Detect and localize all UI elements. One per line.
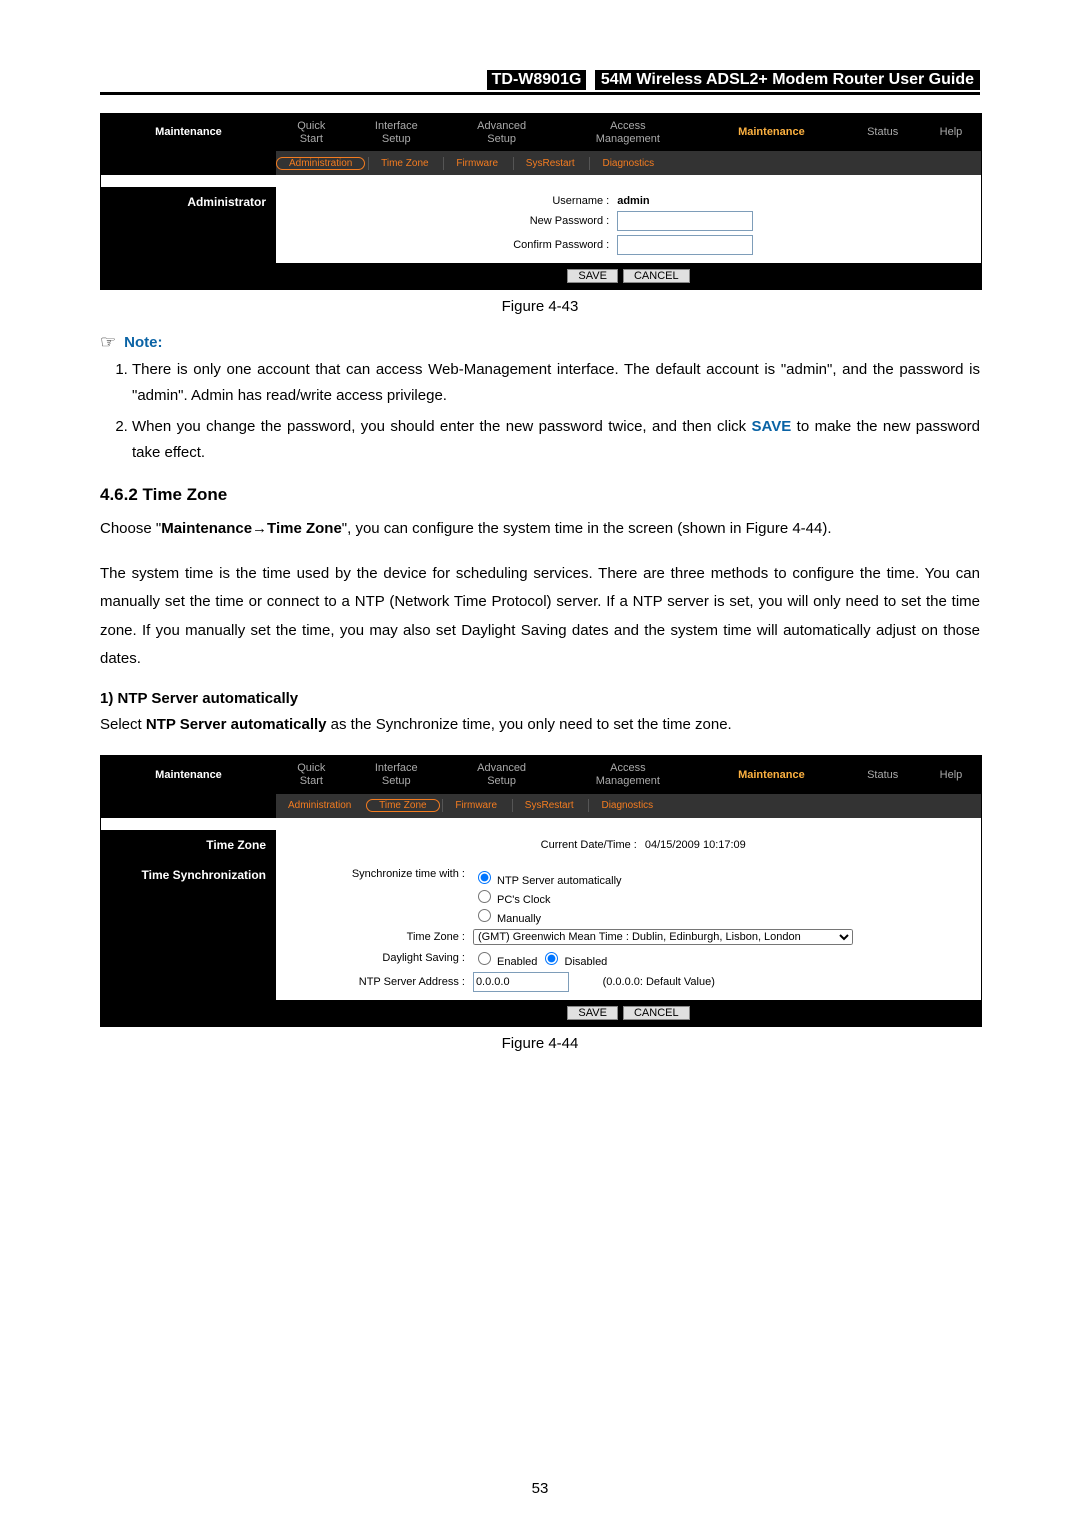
main-nav-2: Maintenance QuickStart InterfaceSetup Ad… bbox=[101, 756, 981, 793]
label-sync: Synchronize time with : bbox=[306, 866, 469, 927]
side-time-zone: Time Zone bbox=[101, 830, 276, 860]
para-system-time: The system time is the time used by the … bbox=[100, 560, 980, 674]
nav2-help[interactable]: Help bbox=[921, 756, 981, 793]
nav2-status[interactable]: Status bbox=[844, 756, 921, 793]
figure-4-44-caption: Figure 4-44 bbox=[100, 1035, 980, 1052]
subnav2-administration[interactable]: Administration bbox=[276, 799, 363, 812]
sub-ntp-line: Select NTP Server automatically as the S… bbox=[100, 711, 980, 740]
nav-interface-setup[interactable]: InterfaceSetup bbox=[347, 114, 446, 151]
radio-dst-enabled[interactable]: Enabled bbox=[473, 956, 537, 968]
radio-pc-clock[interactable]: PC's Clock bbox=[473, 894, 551, 906]
subnav2-time-zone[interactable]: Time Zone bbox=[366, 799, 439, 812]
sub-ntp-heading: 1) NTP Server automatically bbox=[100, 690, 980, 707]
note-label: Note: bbox=[124, 334, 162, 351]
radio-ntp-auto[interactable]: NTP Server automatically bbox=[473, 875, 622, 887]
value-current-datetime: 04/15/2009 10:17:09 bbox=[641, 837, 991, 853]
label-ntp-address: NTP Server Address : bbox=[306, 970, 469, 994]
hint-ntp-default: (0.0.0.0: Default Value) bbox=[603, 976, 715, 988]
main-nav: Maintenance QuickStart InterfaceSetup Ad… bbox=[101, 114, 981, 151]
subnav2-sysrestart[interactable]: SysRestart bbox=[512, 799, 586, 812]
label-daylight: Daylight Saving : bbox=[306, 947, 469, 970]
radio-dst-disabled[interactable]: Disabled bbox=[540, 956, 607, 968]
figure-4-43: Maintenance QuickStart InterfaceSetup Ad… bbox=[100, 113, 982, 290]
figure-4-44: Maintenance QuickStart InterfaceSetup Ad… bbox=[100, 755, 982, 1026]
label-current-datetime: Current Date/Time : bbox=[306, 837, 641, 853]
label-confirm-password: Confirm Password : bbox=[326, 233, 613, 257]
nav-advanced-setup[interactable]: AdvancedSetup bbox=[446, 114, 557, 151]
nav-status[interactable]: Status bbox=[844, 114, 921, 151]
note-item-1: There is only one account that can acces… bbox=[132, 357, 980, 408]
figure-4-43-caption: Figure 4-43 bbox=[100, 298, 980, 315]
input-new-password[interactable] bbox=[617, 211, 753, 231]
nav-help[interactable]: Help bbox=[921, 114, 981, 151]
side-administrator: Administrator bbox=[101, 187, 276, 263]
nav2-advanced-setup[interactable]: AdvancedSetup bbox=[446, 756, 557, 793]
nav-side-title-2: Maintenance bbox=[101, 756, 276, 793]
note-item-2: When you change the password, you should… bbox=[132, 414, 980, 465]
subnav2-diagnostics[interactable]: Diagnostics bbox=[588, 799, 665, 812]
nav-access-management[interactable]: AccessManagement bbox=[557, 114, 698, 151]
label-timezone: Time Zone : bbox=[306, 927, 469, 947]
radio-manually[interactable]: Manually bbox=[473, 913, 541, 925]
save-button-2[interactable] bbox=[567, 1006, 618, 1020]
guide-title: 54M Wireless ADSL2+ Modem Router User Gu… bbox=[595, 70, 980, 90]
nav-side-title: Maintenance bbox=[101, 114, 276, 151]
sub-nav-2: Administration Time Zone Firmware SysRes… bbox=[276, 794, 981, 818]
model-badge: TD-W8901G bbox=[487, 70, 587, 90]
subnav-administration[interactable]: Administration bbox=[276, 157, 365, 170]
value-username: admin bbox=[617, 195, 649, 207]
subnav-diagnostics[interactable]: Diagnostics bbox=[589, 157, 666, 170]
subnav-firmware[interactable]: Firmware bbox=[443, 157, 510, 170]
label-new-password: New Password : bbox=[326, 209, 613, 233]
note-list: There is only one account that can acces… bbox=[100, 357, 980, 465]
page-number: 53 bbox=[0, 1480, 1080, 1497]
cancel-button[interactable] bbox=[623, 269, 690, 283]
side-time-sync: Time Synchronization bbox=[101, 860, 276, 1000]
nav2-access-management[interactable]: AccessManagement bbox=[557, 756, 698, 793]
nav2-quick-start[interactable]: QuickStart bbox=[276, 756, 347, 793]
nav2-maintenance[interactable]: Maintenance bbox=[698, 756, 844, 793]
input-confirm-password[interactable] bbox=[617, 235, 753, 255]
input-ntp-address[interactable] bbox=[473, 972, 569, 992]
subnav-time-zone[interactable]: Time Zone bbox=[368, 157, 440, 170]
cancel-button-2[interactable] bbox=[623, 1006, 690, 1020]
select-timezone[interactable]: (GMT) Greenwich Mean Time : Dublin, Edin… bbox=[473, 929, 853, 945]
nav-maintenance[interactable]: Maintenance bbox=[698, 114, 844, 151]
sub-nav: Administration Time Zone Firmware SysRes… bbox=[276, 151, 981, 175]
nav2-interface-setup[interactable]: InterfaceSetup bbox=[347, 756, 446, 793]
section-heading-time-zone: 4.6.2 Time Zone bbox=[100, 485, 980, 505]
note-icon: ☞ bbox=[100, 333, 116, 351]
save-button[interactable] bbox=[567, 269, 618, 283]
subnav-sysrestart[interactable]: SysRestart bbox=[513, 157, 587, 170]
nav-quick-start[interactable]: QuickStart bbox=[276, 114, 347, 151]
para-choose: Choose "Maintenance→Time Zone", you can … bbox=[100, 515, 980, 544]
subnav2-firmware[interactable]: Firmware bbox=[442, 799, 509, 812]
page-header: TD-W8901G 54M Wireless ADSL2+ Modem Rout… bbox=[100, 70, 980, 95]
label-username: Username : bbox=[326, 193, 613, 209]
